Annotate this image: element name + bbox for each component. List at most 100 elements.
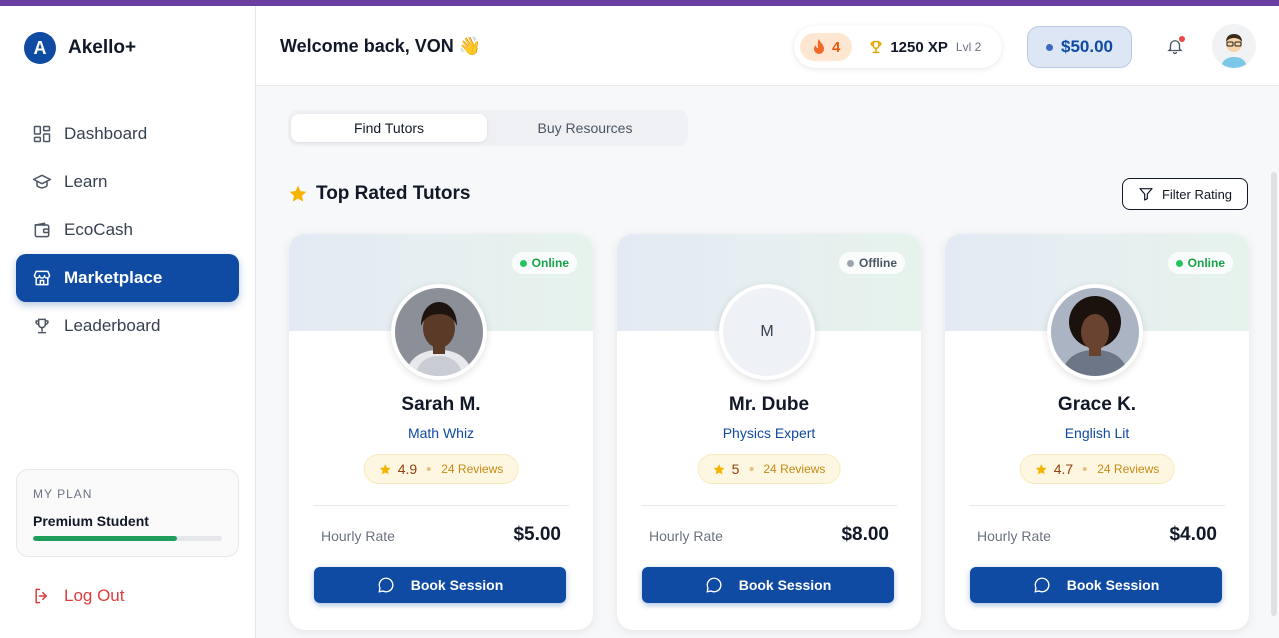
sidebar-item-label: EcoCash — [64, 220, 133, 239]
review-count: 24 Reviews — [763, 462, 826, 476]
plan-progress-bar — [33, 536, 222, 541]
streak-badge[interactable]: 4 — [800, 33, 853, 61]
trophy-icon — [35, 318, 49, 334]
tutor-portrait-icon — [1051, 288, 1139, 376]
status-dot-icon — [847, 259, 854, 267]
status-text: Online — [1187, 256, 1225, 270]
rate-label: Hourly Rate — [977, 528, 1051, 544]
wallet-balance[interactable]: $50.00 — [1027, 26, 1132, 68]
tutor-card: Online Grace K. English Lit 4.7 24 Revie… — [945, 234, 1249, 630]
rating-badge: 4.7 24 Reviews — [1019, 454, 1175, 484]
section-title-text: Top Rated Tutors — [316, 183, 471, 204]
book-session-label: Book Session — [1066, 577, 1160, 593]
separator-dot — [749, 467, 754, 471]
rate-value: $8.00 — [841, 524, 889, 545]
tutor-name: Grace K. — [1057, 394, 1137, 415]
tutor-card: Online Sarah M. Math Whiz 4.9 24 Reviews… — [289, 234, 593, 630]
book-session-label: Book Session — [410, 577, 504, 593]
logout-button[interactable]: Log Out — [32, 586, 125, 606]
tutor-subject: English Lit — [1064, 425, 1130, 441]
star-icon — [289, 185, 307, 202]
chat-bubble-icon — [1034, 577, 1050, 593]
sidebar-item-marketplace[interactable]: Marketplace — [16, 254, 239, 302]
notification-dot — [1179, 36, 1185, 42]
graduation-cap-icon — [32, 174, 52, 189]
status-badge: Offline — [839, 252, 905, 274]
rate-label: Hourly Rate — [321, 528, 395, 544]
tutor-name: Mr. Dube — [728, 394, 810, 415]
tutor-photo[interactable] — [1047, 284, 1143, 380]
review-count: 24 Reviews — [1097, 462, 1160, 476]
tab-buy-resources[interactable]: Buy Resources — [487, 114, 683, 142]
filter-label: Filter Rating — [1161, 186, 1233, 202]
sidebar-item-label: Leaderboard — [64, 316, 161, 335]
status-badge: Online — [511, 252, 577, 274]
sidebar-nav: Dashboard Learn EcoCash Marketplace Lead… — [16, 110, 239, 350]
tab-find-tutors[interactable]: Find Tutors — [291, 114, 487, 142]
star-icon — [1035, 463, 1047, 474]
sidebar-item-learn[interactable]: Learn — [16, 158, 239, 206]
tutor-photo[interactable] — [391, 284, 487, 380]
status-text: Offline — [859, 256, 897, 270]
brand-logo: A — [24, 32, 56, 64]
divider — [313, 505, 569, 506]
separator-dot — [427, 467, 432, 471]
marketplace-tabs: Find Tutors Buy Resources — [288, 110, 688, 146]
plan-card: MY PLAN Premium Student — [16, 469, 239, 557]
logout-icon — [35, 588, 47, 604]
tutor-card: Offline M Mr. Dube Physics Expert 5 24 R… — [617, 234, 921, 630]
scrollbar[interactable] — [1271, 172, 1277, 616]
rate-value: $5.00 — [513, 524, 561, 545]
tutor-name: Sarah M. — [401, 394, 481, 415]
sidebar-item-label: Dashboard — [64, 124, 148, 143]
rate-value: $4.00 — [1169, 524, 1217, 545]
stats-pill: 4 1250 XP Lvl 2 — [794, 26, 1002, 68]
level-label: Lvl 2 — [955, 40, 982, 54]
user-avatar-icon — [1212, 24, 1256, 68]
rate-label: Hourly Rate — [649, 528, 723, 544]
sidebar-item-label: Marketplace — [64, 268, 163, 287]
avatar[interactable] — [1212, 24, 1256, 68]
status-dot-icon — [1175, 259, 1183, 267]
book-session-button[interactable]: Book Session — [314, 567, 566, 603]
status-text: Online — [531, 256, 569, 270]
store-icon — [33, 270, 51, 286]
tutor-portrait-icon — [395, 288, 483, 376]
book-session-button[interactable]: Book Session — [642, 567, 894, 603]
status-badge: Online — [1167, 252, 1233, 274]
header: Welcome back, VON 👋 4 1250 XP Lvl 2 $50.… — [256, 6, 1279, 86]
divider — [641, 505, 897, 506]
balance-value: $50.00 — [1061, 37, 1113, 56]
sidebar-item-leaderboard[interactable]: Leaderboard — [16, 302, 239, 350]
xp-value: 1250 XP — [890, 38, 948, 56]
rating-value: 4.9 — [397, 461, 418, 477]
filter-icon — [1139, 188, 1153, 201]
rating-value: 4.7 — [1053, 461, 1074, 477]
welcome-message: Welcome back, VON 👋 — [280, 36, 482, 56]
status-dot-icon — [519, 259, 527, 267]
xp-display[interactable]: 1250 XP Lvl 2 — [868, 39, 981, 56]
star-icon — [379, 463, 391, 474]
book-session-button[interactable]: Book Session — [970, 567, 1222, 603]
brand[interactable]: A Akello+ — [24, 32, 136, 64]
grid-icon — [33, 125, 51, 143]
sidebar: A Akello+ Dashboard Learn EcoCash Market… — [0, 6, 256, 638]
book-session-label: Book Session — [738, 577, 832, 593]
chat-bubble-icon — [706, 577, 722, 593]
flame-icon — [814, 39, 824, 54]
trophy-icon — [870, 40, 882, 54]
tutor-initial-avatar[interactable]: M — [719, 284, 815, 380]
plan-name: Premium Student — [33, 513, 149, 529]
star-icon — [713, 463, 725, 474]
sidebar-item-label: Learn — [64, 172, 108, 191]
tutor-subject: Math Whiz — [407, 425, 475, 441]
plan-label: MY PLAN — [33, 487, 93, 501]
logout-label: Log Out — [64, 586, 125, 605]
sidebar-item-ecocash[interactable]: EcoCash — [16, 206, 239, 254]
filter-rating-button[interactable]: Filter Rating — [1122, 178, 1248, 210]
chat-bubble-icon — [378, 577, 394, 593]
separator-dot — [1083, 467, 1088, 471]
notifications-button[interactable] — [1166, 36, 1185, 55]
sidebar-item-dashboard[interactable]: Dashboard — [16, 110, 239, 158]
rating-badge: 5 24 Reviews — [697, 454, 841, 484]
